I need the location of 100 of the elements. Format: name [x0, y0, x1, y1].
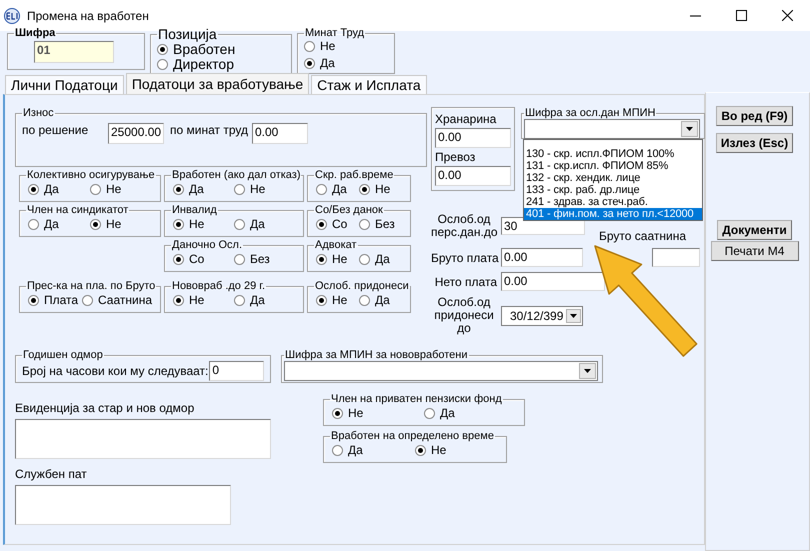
dropdown-option[interactable]: 241 - здрав. за стеч.раб.: [524, 196, 702, 208]
group-label: Со/Без данок: [314, 204, 384, 216]
code-field[interactable]: 01: [34, 41, 114, 63]
radio-button[interactable]: Плата: [28, 293, 82, 307]
amount-field[interactable]: 25000.00: [108, 123, 164, 144]
action-button[interactable]: Документи: [717, 220, 792, 240]
radio-button[interactable]: Да: [28, 182, 90, 196]
group-label: Вработен на определено време: [330, 430, 495, 442]
app-logo-icon: [4, 8, 20, 24]
net-field[interactable]: 0.00: [501, 272, 605, 291]
radio-circle-icon[interactable]: [173, 294, 184, 306]
radio-circle-icon[interactable]: [157, 59, 168, 70]
radio-button[interactable]: Да: [234, 293, 295, 307]
field-label: Службен пат: [15, 467, 88, 481]
radio-circle-icon[interactable]: [157, 44, 168, 55]
radio-button[interactable]: Да: [28, 217, 90, 231]
radio-button[interactable]: Не: [316, 293, 359, 307]
radio-circle-icon[interactable]: [332, 408, 343, 418]
radio-button[interactable]: Без: [359, 217, 402, 231]
dropdown-option[interactable]: 131 - скр.испл. ФПИОМ 85%: [524, 160, 702, 172]
radio-button[interactable]: Не: [173, 293, 234, 307]
radio-button[interactable]: Не: [415, 443, 498, 457]
radio-circle-icon[interactable]: [359, 294, 370, 306]
date-picker[interactable]: 30/12/399: [501, 306, 583, 326]
radio-button[interactable]: Саатнина: [82, 293, 152, 307]
radio-circle-icon[interactable]: [28, 294, 39, 306]
amount-field[interactable]: 0.00: [252, 123, 308, 144]
action-button[interactable]: Печати М4: [710, 241, 798, 261]
tab[interactable]: Стаж и Исплата: [311, 75, 427, 94]
dropdown-option[interactable]: 401 - фин.пом. за нето пл.<12000: [524, 208, 702, 220]
leave-record-field[interactable]: [15, 419, 271, 459]
radio-button[interactable]: Директор: [157, 57, 285, 72]
radio-button[interactable]: Не: [359, 182, 402, 196]
radio-button[interactable]: Со: [173, 252, 234, 266]
radio-circle-icon[interactable]: [316, 294, 327, 306]
radio-button[interactable]: Да: [234, 217, 295, 231]
maximize-icon: [736, 10, 746, 21]
radio-button[interactable]: Не: [90, 217, 152, 231]
radio-button[interactable]: Не: [332, 406, 424, 420]
radio-circle-icon[interactable]: [28, 184, 39, 194]
radio-circle-icon[interactable]: [424, 408, 435, 418]
group-label: Шифра: [14, 27, 56, 39]
radio-circle-icon[interactable]: [173, 184, 184, 194]
group-label: Член на синдикатот: [26, 204, 130, 216]
radio-button[interactable]: Не: [234, 182, 295, 196]
radio-circle-icon[interactable]: [304, 58, 315, 68]
radio-circle-icon[interactable]: [234, 294, 245, 306]
group-label: Износ: [22, 107, 55, 119]
field-label: по решение: [22, 123, 90, 137]
hours-field[interactable]: 0: [209, 361, 264, 381]
radio-button[interactable]: Не: [316, 252, 359, 266]
mpin-dropdown[interactable]: [284, 361, 598, 381]
radio-circle-icon[interactable]: [234, 218, 245, 230]
radio-button[interactable]: Не: [173, 217, 234, 231]
radio-circle-icon[interactable]: [173, 218, 184, 230]
radio-circle-icon[interactable]: [234, 254, 245, 264]
radio-button[interactable]: Не: [90, 182, 152, 196]
tab[interactable]: Податоци за вработување: [126, 73, 310, 95]
radio-button[interactable]: Со: [316, 217, 359, 231]
radio-button[interactable]: Да: [173, 182, 234, 196]
field-label: Нето плата: [434, 274, 497, 288]
radio-button[interactable]: Не: [304, 39, 388, 53]
radio-button[interactable]: Без: [234, 252, 295, 266]
dropdown-option[interactable]: 132 - скр. хендик. лице: [524, 172, 702, 184]
dropdown-arrow-icon: [686, 127, 693, 131]
action-button[interactable]: Излез (Esc): [716, 133, 794, 153]
hourly-field[interactable]: [652, 248, 700, 267]
radio-circle-icon[interactable]: [234, 184, 245, 194]
radio-circle-icon[interactable]: [316, 184, 327, 194]
business-trip-field[interactable]: [15, 485, 231, 525]
radio-circle-icon[interactable]: [90, 184, 101, 194]
radio-button[interactable]: Да: [424, 406, 516, 420]
radio-button[interactable]: Да: [359, 293, 402, 307]
radio-circle-icon[interactable]: [304, 40, 315, 52]
radio-circle-icon[interactable]: [359, 218, 370, 230]
dropdown-option[interactable]: 133 - скр. раб. др.лице: [524, 184, 702, 196]
radio-button[interactable]: Да: [304, 56, 388, 70]
gross-field[interactable]: 0.00: [501, 248, 583, 267]
radio-button[interactable]: Да: [359, 252, 402, 266]
radio-circle-icon[interactable]: [316, 254, 327, 264]
tab[interactable]: Лични Податоци: [5, 75, 124, 94]
radio-button[interactable]: Да: [332, 443, 415, 457]
radio-circle-icon[interactable]: [28, 218, 39, 230]
food-field[interactable]: 0.00: [435, 128, 511, 148]
radio-circle-icon[interactable]: [173, 254, 184, 264]
radio-circle-icon[interactable]: [359, 254, 370, 264]
dropdown-option[interactable]: 130 - скр. испл.ФПИОМ 100%: [524, 148, 702, 160]
group-label: Ослоб. придонеси: [314, 280, 410, 292]
transport-field[interactable]: 0.00: [435, 166, 511, 186]
radio-button[interactable]: Вработен: [157, 42, 285, 57]
radio-circle-icon[interactable]: [415, 444, 426, 456]
radio-circle-icon[interactable]: [90, 218, 101, 230]
group-label: Колективно осигурување: [26, 169, 156, 181]
action-button[interactable]: Во ред (F9): [716, 106, 793, 126]
radio-circle-icon[interactable]: [359, 184, 370, 194]
radio-circle-icon[interactable]: [316, 218, 327, 230]
radio-circle-icon[interactable]: [332, 444, 343, 456]
radio-circle-icon[interactable]: [82, 294, 93, 306]
group-label: Шифра за осл.дан МПИН: [524, 107, 656, 119]
radio-button[interactable]: Да: [316, 182, 359, 196]
